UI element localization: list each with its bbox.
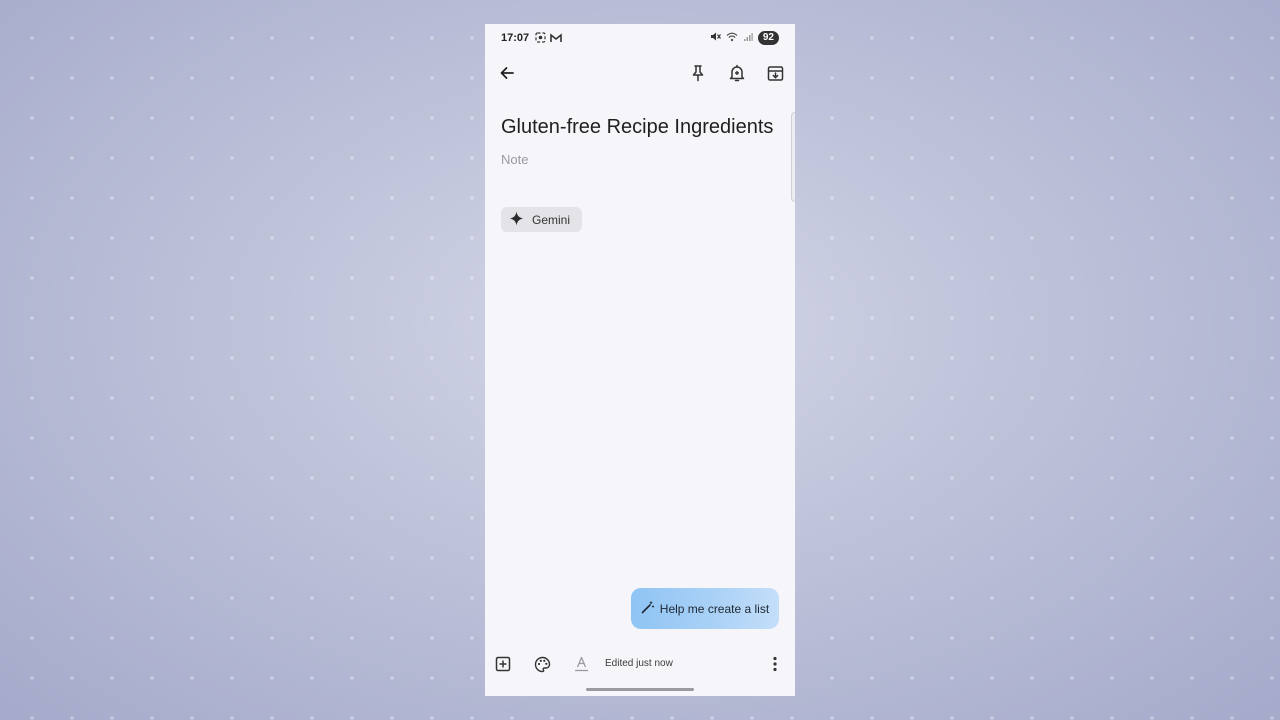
archive-icon[interactable] bbox=[762, 60, 788, 86]
pin-icon[interactable] bbox=[685, 60, 711, 86]
palette-icon[interactable] bbox=[530, 652, 554, 676]
help-button-label: Help me create a list bbox=[659, 601, 770, 616]
status-time: 17:07 bbox=[501, 32, 530, 44]
add-box-icon[interactable] bbox=[491, 652, 515, 676]
scroll-handle[interactable] bbox=[791, 112, 795, 202]
note-toolbar bbox=[485, 60, 795, 96]
status-left-icons bbox=[535, 32, 562, 46]
gmail-icon bbox=[550, 32, 562, 46]
reminder-bell-icon[interactable] bbox=[724, 60, 750, 86]
text-format-icon[interactable] bbox=[569, 652, 593, 676]
gemini-chip[interactable]: Gemini bbox=[501, 207, 583, 232]
home-indicator[interactable] bbox=[586, 688, 694, 691]
sparkle-icon bbox=[509, 210, 524, 229]
signal-icon bbox=[743, 32, 753, 45]
mute-icon bbox=[710, 31, 721, 45]
more-vert-icon[interactable] bbox=[763, 652, 787, 676]
status-right-icons: 92 bbox=[710, 31, 779, 45]
back-arrow-icon[interactable] bbox=[494, 60, 520, 86]
wifi-icon bbox=[726, 32, 738, 45]
phone-screen: 17:07 92 Gluten-free Recipe Ingredients … bbox=[485, 24, 795, 696]
battery-indicator: 92 bbox=[757, 31, 779, 45]
edited-timestamp: Edited just now bbox=[605, 658, 673, 669]
screenshot-icon bbox=[535, 32, 546, 46]
gemini-chip-label: Gemini bbox=[532, 212, 571, 227]
bottom-toolbar: Edited just now bbox=[485, 652, 795, 676]
status-bar: 17:07 92 bbox=[485, 24, 795, 52]
note-title[interactable]: Gluten-free Recipe Ingredients bbox=[501, 116, 781, 139]
note-body-input[interactable]: Note bbox=[501, 152, 528, 167]
help-me-create-list-button[interactable]: Help me create a list bbox=[631, 588, 779, 629]
magic-wand-icon bbox=[641, 601, 654, 617]
